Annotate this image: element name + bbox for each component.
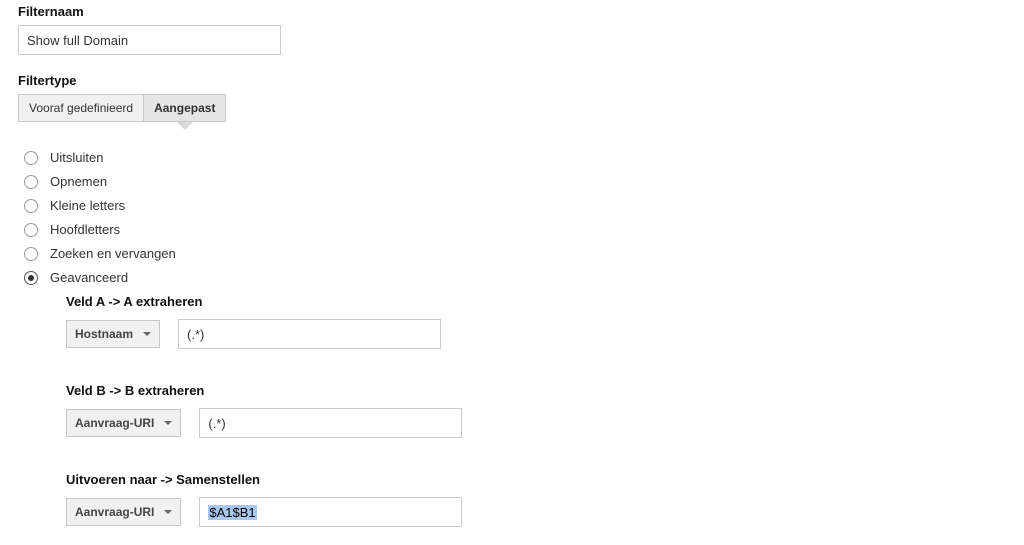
- dropdown-value: Hostnaam: [75, 327, 133, 341]
- dropdown-value: Aanvraag-URI: [75, 505, 154, 519]
- radio-uppercase[interactable]: Hoofdletters: [24, 222, 1006, 237]
- output-pattern-input[interactable]: $A1$B1: [199, 497, 462, 527]
- filter-type-label: Filtertype: [18, 73, 1006, 88]
- radio-label: Opnemen: [50, 174, 107, 189]
- field-b-dropdown[interactable]: Aanvraag-URI: [66, 409, 181, 437]
- radio-advanced[interactable]: Geavanceerd: [24, 270, 1006, 285]
- field-b-label: Veld B -> B extraheren: [66, 383, 1006, 398]
- radio-icon: [24, 271, 38, 285]
- tab-predefined[interactable]: Vooraf gedefinieerd: [18, 94, 144, 122]
- field-a-dropdown[interactable]: Hostnaam: [66, 320, 160, 348]
- tab-custom[interactable]: Aangepast: [144, 94, 226, 122]
- filter-name-label: Filternaam: [18, 4, 1006, 19]
- field-a-group: Veld A -> A extraheren Hostnaam: [66, 294, 1006, 349]
- radio-icon: [24, 151, 38, 165]
- advanced-section: Veld A -> A extraheren Hostnaam Veld B -…: [66, 294, 1006, 527]
- radio-label: Zoeken en vervangen: [50, 246, 176, 261]
- filter-name-input[interactable]: [18, 25, 281, 55]
- filter-type-tabs: Vooraf gedefinieerd Aangepast: [18, 94, 1006, 122]
- chevron-down-icon: [164, 421, 172, 425]
- radio-label: Kleine letters: [50, 198, 125, 213]
- radio-label: Uitsluiten: [50, 150, 103, 165]
- filter-radio-list: Uitsluiten Opnemen Kleine letters Hoofdl…: [24, 150, 1006, 527]
- dropdown-value: Aanvraag-URI: [75, 416, 154, 430]
- chevron-down-icon: [164, 510, 172, 514]
- output-group: Uitvoeren naar -> Samenstellen Aanvraag-…: [66, 472, 1006, 527]
- radio-label: Hoofdletters: [50, 222, 120, 237]
- radio-include[interactable]: Opnemen: [24, 174, 1006, 189]
- output-label: Uitvoeren naar -> Samenstellen: [66, 472, 1006, 487]
- field-b-group: Veld B -> B extraheren Aanvraag-URI: [66, 383, 1006, 438]
- radio-icon: [24, 199, 38, 213]
- radio-icon: [24, 247, 38, 261]
- field-a-label: Veld A -> A extraheren: [66, 294, 1006, 309]
- output-pattern-text: $A1$B1: [208, 505, 256, 520]
- radio-exclude[interactable]: Uitsluiten: [24, 150, 1006, 165]
- radio-search-replace[interactable]: Zoeken en vervangen: [24, 246, 1006, 261]
- radio-icon: [24, 223, 38, 237]
- chevron-down-icon: [143, 332, 151, 336]
- output-dropdown[interactable]: Aanvraag-URI: [66, 498, 181, 526]
- radio-label: Geavanceerd: [50, 270, 128, 285]
- radio-lowercase[interactable]: Kleine letters: [24, 198, 1006, 213]
- radio-icon: [24, 175, 38, 189]
- field-a-pattern-input[interactable]: [178, 319, 441, 349]
- field-b-pattern-input[interactable]: [199, 408, 462, 438]
